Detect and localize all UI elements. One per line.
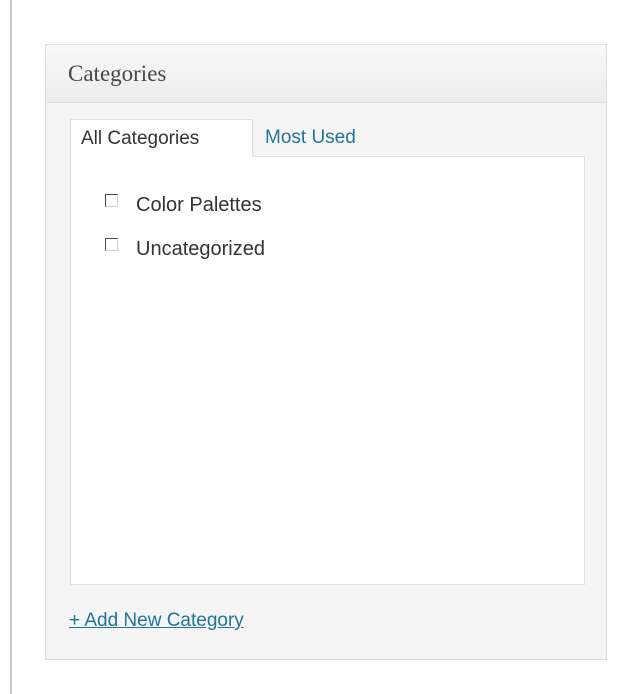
checkbox-uncategorized[interactable] [105, 237, 118, 251]
metabox-header[interactable]: Categories [46, 45, 606, 103]
checkbox-color-palettes[interactable] [105, 193, 118, 207]
add-new-category-link[interactable]: + Add New Category [69, 610, 244, 632]
category-label: Uncategorized [136, 237, 265, 260]
tab-most-used[interactable]: Most Used [253, 119, 366, 157]
category-checklist: Color Palettes Uncategorized [105, 183, 265, 271]
categories-metabox: Categories All Categories Most Used Colo… [45, 44, 607, 660]
left-divider [10, 0, 12, 694]
category-label: Color Palettes [136, 193, 262, 216]
category-checklist-panel: Color Palettes Uncategorized [70, 156, 585, 585]
category-item-uncategorized[interactable]: Uncategorized [105, 227, 265, 271]
tab-all-categories[interactable]: All Categories [70, 119, 253, 157]
page: Categories All Categories Most Used Colo… [0, 0, 632, 694]
category-tabs: All Categories Most Used [70, 119, 366, 157]
category-item-color-palettes[interactable]: Color Palettes [105, 183, 265, 227]
metabox-title: Categories [68, 60, 167, 86]
